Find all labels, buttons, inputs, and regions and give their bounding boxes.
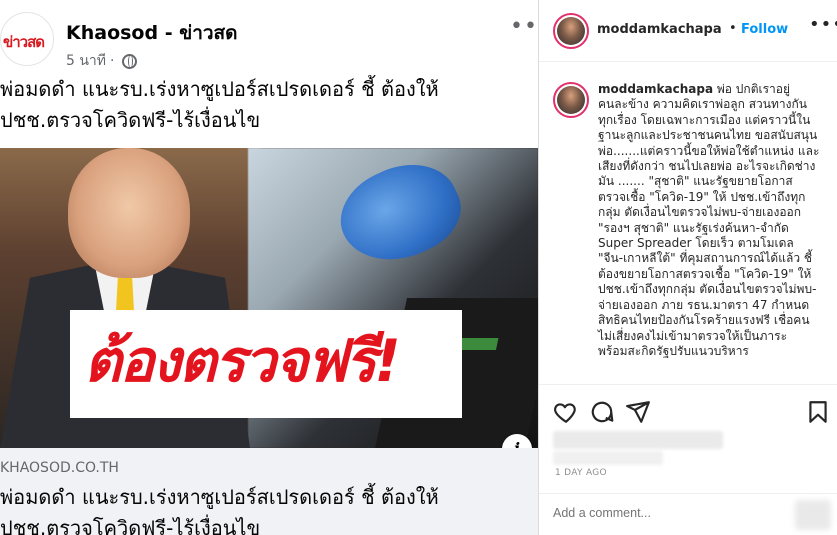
share-icon[interactable] <box>625 399 651 425</box>
likes-blurred-secondary <box>553 451 663 465</box>
caption-avatar[interactable] <box>553 82 589 118</box>
post-header: ข่าวสด Khaosod - ข่าวสด 5 นาที · ••• <box>0 8 551 72</box>
facebook-post: ข่าวสด Khaosod - ข่าวสด 5 นาที · ••• พ่อ… <box>0 0 551 535</box>
likes-blurred <box>553 431 723 449</box>
page-avatar[interactable]: ข่าวสด <box>0 12 54 66</box>
khaosod-logo: ข่าวสด <box>3 33 45 51</box>
post-date: 1 DAY AGO <box>555 468 607 478</box>
post-image[interactable]: ต้องตรวจฟรี! i <box>0 148 538 448</box>
caption: moddamkachapa พ่อ ปกติเราอยู่คนละข้าง คว… <box>598 82 820 359</box>
avatar-image <box>557 86 585 114</box>
action-bar <box>539 384 837 470</box>
ig-avatar[interactable] <box>553 13 589 49</box>
meta-separator: · <box>110 53 115 69</box>
post-time[interactable]: 5 นาที <box>66 50 106 72</box>
bookmark-icon[interactable] <box>805 399 831 425</box>
person-head-shape <box>68 148 190 278</box>
comment-bar <box>539 493 837 535</box>
instagram-panel: moddamkachapa • Follow ••• moddamkachapa… <box>538 0 837 535</box>
ig-more-options-icon[interactable]: ••• <box>809 14 837 35</box>
globe-icon[interactable] <box>122 53 138 69</box>
link-preview[interactable]: KHAOSOD.CO.TH พ่อมดดำ แนะรบ.เร่งหาซูเปอร… <box>0 448 538 535</box>
post-text: พ่อมดดำ แนะรบ.เร่งหาซูเปอร์สเปรดเดอร์ ชี… <box>0 77 439 132</box>
link-domain: KHAOSOD.CO.TH <box>0 460 119 476</box>
overlay-headline: ต้องตรวจฟรี! <box>84 327 401 395</box>
caption-username[interactable]: moddamkachapa <box>598 82 713 96</box>
link-title[interactable]: พ่อมดดำ แนะรบ.เร่งหาซูเปอร์สเปรดเดอร์ ชี… <box>0 482 530 535</box>
ig-header: moddamkachapa • Follow ••• <box>539 0 837 62</box>
comment-input[interactable] <box>553 506 783 520</box>
caption-area: moddamkachapa พ่อ ปกติเราอยู่คนละข้าง คว… <box>539 62 837 384</box>
page-name-link[interactable]: Khaosod - ข่าวสด <box>66 18 237 48</box>
avatar-image <box>557 17 585 45</box>
caption-text: พ่อ ปกติเราอยู่คนละข้าง ความคิดเราพ่อลูก… <box>598 82 820 358</box>
ig-username-link[interactable]: moddamkachapa <box>597 22 722 37</box>
follow-button[interactable]: Follow <box>741 22 788 37</box>
post-button-blurred[interactable] <box>795 500 831 530</box>
heart-icon[interactable] <box>553 399 579 425</box>
ig-dot-separator: • <box>729 21 737 36</box>
post-meta: 5 นาที · <box>66 50 138 72</box>
comment-icon[interactable] <box>589 399 615 425</box>
